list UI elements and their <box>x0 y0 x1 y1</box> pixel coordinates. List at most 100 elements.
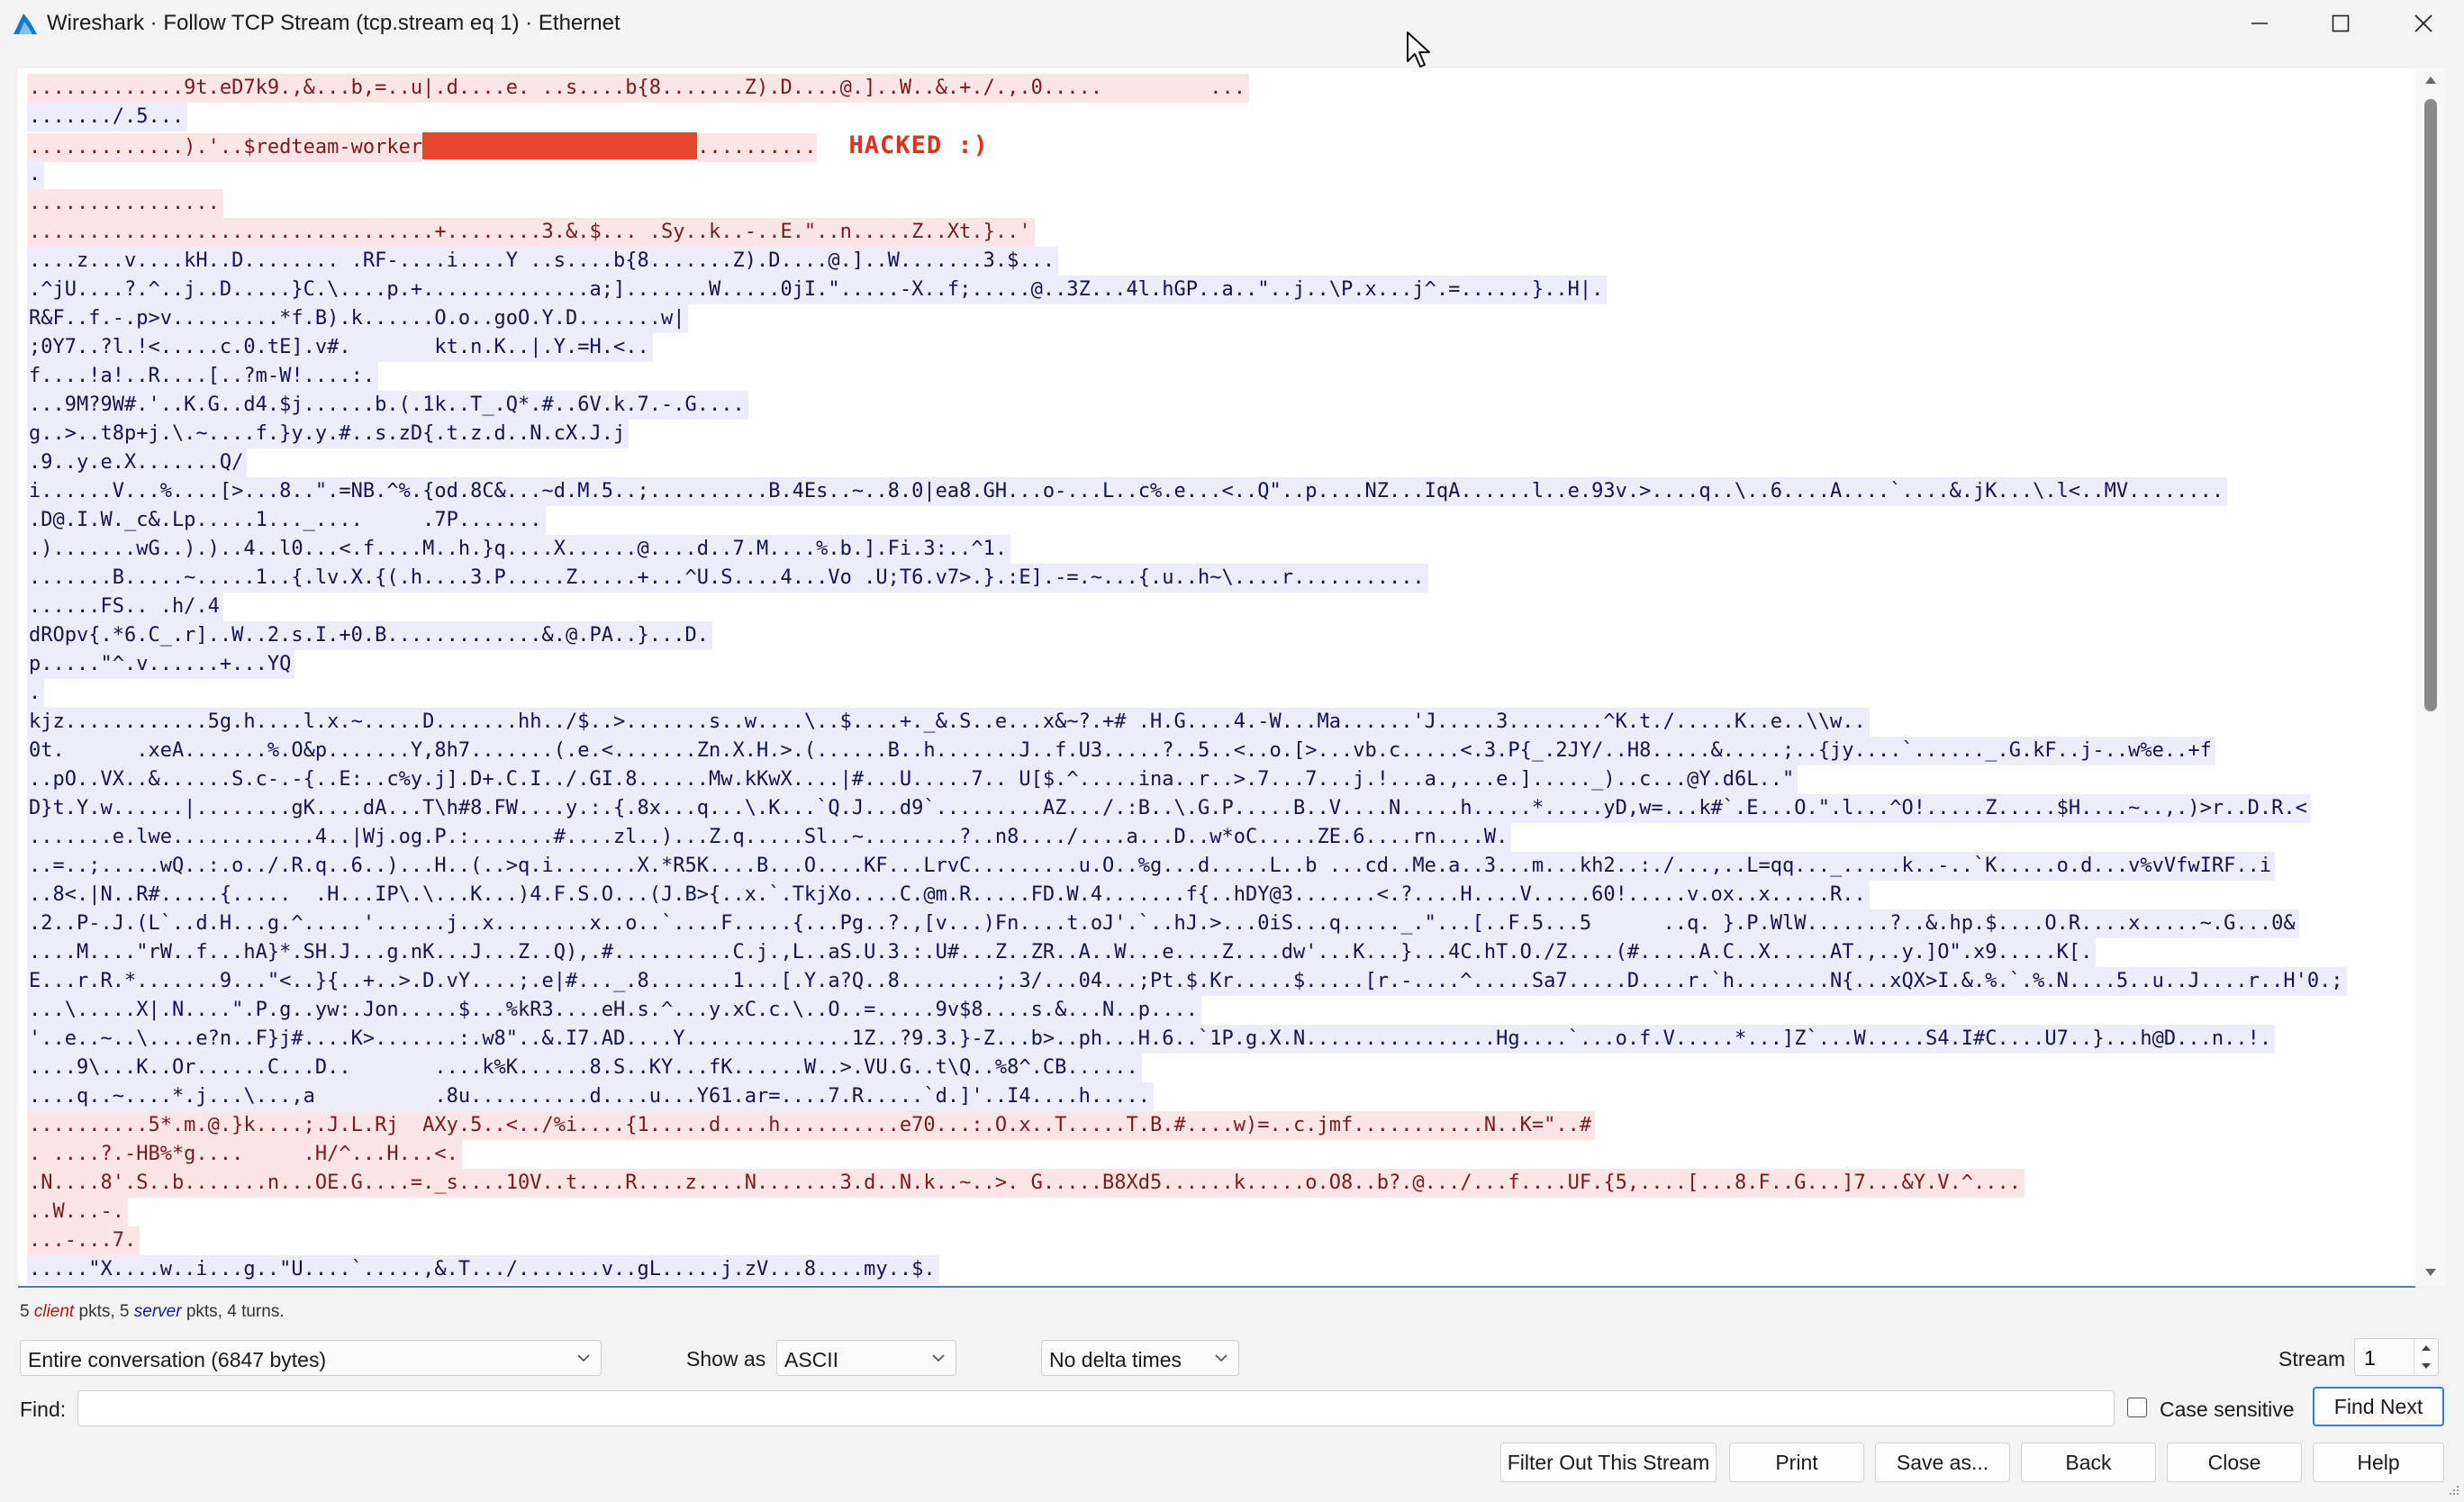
resize-grip-icon[interactable] <box>2444 1482 2460 1498</box>
scroll-down-icon[interactable] <box>2423 1266 2439 1279</box>
server-stream-line[interactable]: kjz............5g.h....l.x.~.....D......… <box>27 708 2415 737</box>
server-stream-line[interactable]: ....9\...K..Or......C...D.. ....k%K.....… <box>27 1054 2415 1082</box>
server-stream-line[interactable]: .9..y.e.X.......Q/ <box>27 448 2415 477</box>
stream-line-text: ................ <box>27 189 223 218</box>
client-stream-line[interactable]: . ....?.-HB%*g.... .H/^...H...<. <box>27 1140 2415 1169</box>
server-stream-line[interactable]: ....M...."rW..f...hA}*.SH.J...g.nK...J..… <box>27 938 2415 967</box>
server-stream-line[interactable]: ......FS.. .h/.4 <box>27 593 2415 621</box>
show-as-select[interactable]: ASCII <box>776 1340 956 1376</box>
server-stream-line[interactable]: ....."X....w..i...g.."U....`.....,&.T...… <box>27 1255 2415 1284</box>
conversation-select-value: Entire conversation (6847 bytes) <box>28 1348 327 1371</box>
stream-line-text: ...\.....X|.N....".P.g..yw:.Jon.....$...… <box>27 996 1202 1025</box>
server-stream-line[interactable]: ....z...v....kH..D........ .RF-....i....… <box>27 247 2415 276</box>
close-window-button[interactable] <box>2383 0 2464 47</box>
client-stream-line[interactable]: .............).'..$redteam-worker.......… <box>27 131 2415 162</box>
server-stream-line[interactable]: ..pO..VX..&......S.c-.-{..E:..c%y.j].D+.… <box>27 765 2415 794</box>
stream-line-text: . ....?.-HB%*g.... .H/^...H...<. <box>27 1140 462 1169</box>
server-stream-line[interactable]: '..e..~..\....e?n..F}j#....K>.......:.w8… <box>27 1025 2415 1054</box>
case-sensitive-label: Case sensitive <box>2160 1398 2295 1421</box>
server-stream-line[interactable]: ..8<.|N..R#.....{..... .H...IP\.\...K...… <box>27 881 2415 909</box>
show-as-value: ASCII <box>784 1348 839 1371</box>
vertical-scrollbar[interactable] <box>2415 68 2446 1286</box>
server-stream-line[interactable]: ;0Y7..?l.!<.....c.0.tE].v#. kt.n.K..|.Y.… <box>27 333 2415 362</box>
server-stream-line[interactable]: 0t. .xeA.......%.O&p.......Y,8h7.......(… <box>27 737 2415 765</box>
server-stream-line[interactable]: .......B.....~.....1..{.lv.X.{(.h....3.P… <box>27 564 2415 593</box>
client-stream-line[interactable]: ...-...7. <box>27 1226 2415 1255</box>
server-stream-line[interactable]: R&F..f.-.p>v.........*f.B).k......O.o..g… <box>27 304 2415 333</box>
delta-times-select[interactable]: No delta times <box>1041 1340 1239 1376</box>
conversation-select[interactable]: Entire conversation (6847 bytes) <box>20 1340 602 1376</box>
show-as-label: Show as <box>686 1347 766 1371</box>
server-stream-line[interactable]: .).......wG..).)..4..l0...<.f....M..h.}q… <box>27 535 2415 564</box>
stream-line-text: R&F..f.-.p>v.........*f.B).k......O.o..g… <box>27 304 689 333</box>
scroll-up-icon[interactable] <box>2423 74 2439 86</box>
close-button[interactable]: Close <box>2167 1443 2302 1482</box>
packet-summary: 5 client pkts, 5 server pkts, 4 turns. <box>20 1302 285 1322</box>
server-stream-line[interactable]: ..=..;.....wQ..:.o../.R.q..6..)...H..(..… <box>27 852 2415 881</box>
stream-line-text: .............9t.eD7k9.,&...b,=..u|.d....… <box>27 74 1250 103</box>
server-stream-line[interactable]: D}t.Y.w......|........gK....dA...T\h#8.F… <box>27 794 2415 823</box>
server-stream-line[interactable]: g..>..t8p+j.\.~....f.}y.y.#..s.zD{.t.z.d… <box>27 420 2415 448</box>
scrollbar-thumb[interactable] <box>2424 99 2437 711</box>
server-stream-line[interactable]: .2..P-.J.(L`..d.H...g.^.....'......j..x.… <box>27 909 2415 938</box>
server-stream-line[interactable]: ....q..~....*.j...\...,a .8u..........d.… <box>27 1082 2415 1111</box>
chevron-down-icon <box>1215 1354 1227 1362</box>
maximize-button[interactable] <box>2300 0 2381 47</box>
server-stream-line[interactable]: .D@.I.W._c&.Lp.....1..._.... .7P....... <box>27 506 2415 535</box>
server-stream-line[interactable]: .......e.lwe............4..|Wj.og.P.:...… <box>27 823 2415 852</box>
stream-line-text: ......FS.. .h/.4 <box>27 593 223 621</box>
stream-line-text: i......V...%....[>...8..".=NB.^%.{od.8C&… <box>27 477 2228 506</box>
stream-line-text: ;0Y7..?l.!<.....c.0.tE].v#. kt.n.K..|.Y.… <box>27 333 653 362</box>
server-stream-line[interactable]: . <box>27 160 2415 189</box>
back-button[interactable]: Back <box>2021 1443 2156 1482</box>
server-stream-line[interactable]: .^jU....?.^..j..D.....}C.\....p.+.......… <box>27 276 2415 304</box>
save-as-button[interactable]: Save as... <box>1875 1443 2010 1482</box>
help-button[interactable]: Help <box>2313 1443 2444 1482</box>
summary-end: pkts, 4 turns. <box>181 1302 285 1321</box>
stream-line-text: ....."X....w..i...g.."U....`.....,&.T...… <box>27 1255 939 1284</box>
case-sensitive-checkbox[interactable] <box>2127 1398 2147 1417</box>
stream-line-text: ...-...7. <box>27 1226 140 1255</box>
maximize-icon <box>2332 14 2350 32</box>
server-stream-line[interactable]: E...r.R.*.......9..."<..}{..+..>.D.vY...… <box>27 967 2415 996</box>
find-input[interactable] <box>77 1390 2115 1426</box>
server-stream-line[interactable]: p....."^.v......+...YQ <box>27 650 2415 679</box>
client-stream-line[interactable]: ..........5*.m.@.}k....;.J.L.Rj AXy.5..<… <box>27 1111 2415 1140</box>
spin-down-button[interactable] <box>2414 1357 2438 1375</box>
server-label: server <box>133 1302 182 1321</box>
stream-line-text: 0t. .xeA.......%.O&p.......Y,8h7.......(… <box>27 737 2215 765</box>
stream-line-text: ....z...v....kH..D........ .RF-....i....… <box>27 247 1059 276</box>
stream-label: Stream <box>2278 1347 2346 1371</box>
find-next-button[interactable]: Find Next <box>2313 1387 2444 1426</box>
client-stream-line[interactable]: ..................................+.....… <box>27 218 2415 247</box>
client-stream-line[interactable]: .............9t.eD7k9.,&...b,=..u|.d....… <box>27 74 2415 103</box>
print-button[interactable]: Print <box>1729 1443 1864 1482</box>
server-stream-line[interactable]: . <box>27 679 2415 708</box>
server-count: 5 <box>119 1302 130 1321</box>
stream-line-text: .2..P-.J.(L`..d.H...g.^.....'......j..x.… <box>27 909 2299 938</box>
server-stream-line[interactable]: f....!a!..R....[..?m-W!....:. <box>27 362 2415 391</box>
stream-text[interactable]: .............9t.eD7k9.,&...b,=..u|.d....… <box>27 74 2415 1284</box>
chevron-down-icon <box>577 1354 590 1362</box>
minimize-button[interactable] <box>2219 0 2300 47</box>
server-stream-line[interactable]: ......./.5... <box>27 103 2415 131</box>
spin-up-button[interactable] <box>2414 1339 2438 1357</box>
filter-out-stream-button[interactable]: Filter Out This Stream <box>1500 1443 1717 1482</box>
hacked-label: HACKED :) <box>848 131 989 159</box>
stream-content-pane[interactable]: .............9t.eD7k9.,&...b,=..u|.d....… <box>18 68 2415 1288</box>
server-stream-line[interactable]: dROpv{.*6.C_.r]..W..2.s.I.+0.B..........… <box>27 621 2415 650</box>
stream-line-text: . <box>27 679 45 708</box>
stream-line-text: ..8<.|N..R#.....{..... .H...IP\.\...K...… <box>27 881 1870 909</box>
find-label: Find: <box>20 1398 67 1421</box>
stream-line-tail-wrap: .......... <box>697 133 817 162</box>
server-stream-line[interactable]: ...\.....X|.N....".P.g..yw:.Jon.....$...… <box>27 996 2415 1025</box>
stream-line-text: .9..y.e.X.......Q/ <box>27 448 248 477</box>
client-stream-line[interactable]: .N....8'.S..b.......n...OE.G....=._s....… <box>27 1169 2415 1198</box>
server-stream-line[interactable]: i......V...%....[>...8..".=NB.^%.{od.8C&… <box>27 477 2415 506</box>
stream-number-spinbox[interactable]: 1 <box>2354 1338 2439 1376</box>
stream-line-text: .......B.....~.....1..{.lv.X.{(.h....3.P… <box>27 564 1428 593</box>
client-stream-line[interactable]: ................ <box>27 189 2415 218</box>
client-stream-line[interactable]: ..W...-. <box>27 1198 2415 1226</box>
server-stream-line[interactable]: ...9M?9W#.'..K.G..d4.$j......b.(.1k..T_.… <box>27 391 2415 420</box>
stream-line-text: p....."^.v......+...YQ <box>27 650 295 679</box>
